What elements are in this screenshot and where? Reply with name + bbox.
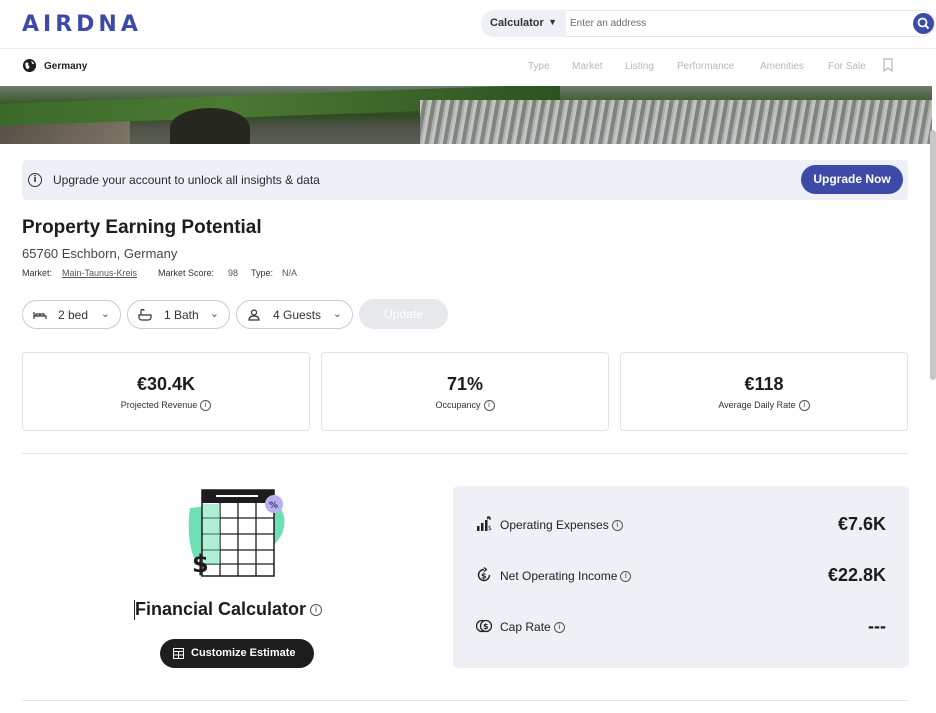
chevron-down-icon: ▼ [548,17,557,27]
page-title: Property Earning Potential [22,217,262,238]
page-scrollbar[interactable] [930,130,936,380]
search-button[interactable] [913,13,934,34]
section-divider [22,700,908,701]
customize-estimate-button[interactable]: Customize Estimate [160,639,314,668]
svg-text:$: $ [192,550,209,578]
chevron-down-icon: ⌄ [209,308,219,320]
upgrade-message: Upgrade your account to unlock all insig… [53,173,320,187]
svg-text:$: $ [488,525,492,532]
update-button[interactable]: Update [359,299,448,329]
globe-icon [22,58,37,73]
occupancy-card: 71% Occupancy i [321,352,609,431]
market-link[interactable]: Main-Taunus-Kreis [62,268,137,278]
net-operating-income-row: $ Net Operating Income i €22.8K [476,564,886,588]
occupancy-label: Occupancy i [322,400,608,412]
bookmark-icon[interactable] [882,58,894,72]
nav-performance[interactable]: Performance [677,61,734,72]
nav-listing[interactable]: Listing [625,61,654,72]
nav-for-sale[interactable]: For Sale [828,61,866,72]
info-icon[interactable]: i [553,622,565,634]
income-cycle-icon: $ [477,567,491,582]
cap-rate-row: $ Cap Rate i --- [476,615,886,639]
bathrooms-dropdown[interactable]: 1 Bath ⌄ [127,300,230,329]
person-icon [248,309,260,321]
calculator-illustration: $ % [188,489,285,578]
info-icon: i [28,173,42,187]
type-label: Type: [251,268,274,278]
bathtub-icon [138,308,152,321]
calculator-icon [173,648,184,659]
info-icon[interactable]: i [310,604,323,617]
operating-expenses-row: $ Operating Expenses i €7.6K [476,513,886,537]
expenses-chart-icon: $ [477,516,492,532]
svg-text:%: % [269,501,278,511]
chevron-down-icon: ⌄ [332,308,342,320]
info-icon[interactable]: i [798,400,810,412]
upgrade-now-button[interactable]: Upgrade Now [801,165,903,194]
property-address: 65760 Eschborn, Germany [22,246,178,261]
cap-rate-label: Cap Rate i [500,620,565,634]
nav-amenities[interactable]: Amenities [760,61,804,72]
net-operating-income-value: €22.8K [827,565,886,585]
header-divider [0,48,936,49]
projected-revenue-value: €30.4K [136,374,196,394]
occupancy-value: 71% [446,374,484,394]
info-icon[interactable]: i [200,400,212,412]
market-score-value: 98 [228,268,239,278]
bedrooms-value: 2 bed [58,308,89,322]
guests-value: 4 Guests [273,308,322,322]
cap-rate-value: --- [868,616,886,636]
search-icon [917,17,930,30]
type-value: N/A [282,268,298,278]
info-icon[interactable]: i [483,400,495,412]
average-daily-rate-card: €118 Average Daily Rate i [620,352,908,431]
market-score-label: Market Score: [158,268,215,278]
projected-revenue-label: Projected Revenue i [23,400,309,412]
guests-dropdown[interactable]: 4 Guests ⌄ [236,300,353,329]
coins-icon: $ [476,619,492,633]
country-selector[interactable]: Germany [44,61,87,72]
average-daily-rate-value: €118 [744,374,784,394]
info-icon[interactable]: i [620,571,632,583]
operating-expenses-value: €7.6K [837,514,886,534]
average-daily-rate-label: Average Daily Rate i [621,400,907,412]
nav-market[interactable]: Market [572,61,603,72]
market-label: Market: [22,268,53,278]
airdna-logo[interactable]: AIRDNA [22,12,142,37]
projected-revenue-card: €30.4K Projected Revenue i [22,352,310,431]
search-type-dropdown[interactable]: Calculator ▼ [481,10,566,37]
property-banner-image [0,86,932,144]
svg-text:$: $ [483,622,489,631]
chevron-down-icon: ⌄ [100,308,110,320]
bed-icon [33,312,47,319]
address-search-input[interactable] [570,12,900,35]
bedrooms-dropdown[interactable]: 2 bed ⌄ [22,300,121,329]
info-icon[interactable]: i [611,520,623,532]
svg-text:$: $ [481,572,487,581]
search-type-label: Calculator [490,17,544,29]
operating-expenses-label: Operating Expenses i [500,518,623,532]
nav-type[interactable]: Type [528,61,550,72]
customize-estimate-label: Customize Estimate [191,647,296,659]
net-operating-income-label: Net Operating Income i [500,569,632,583]
bathrooms-value: 1 Bath [164,308,199,322]
financial-calculator-title: Financial Calculator i [135,599,323,620]
section-divider [22,453,908,454]
